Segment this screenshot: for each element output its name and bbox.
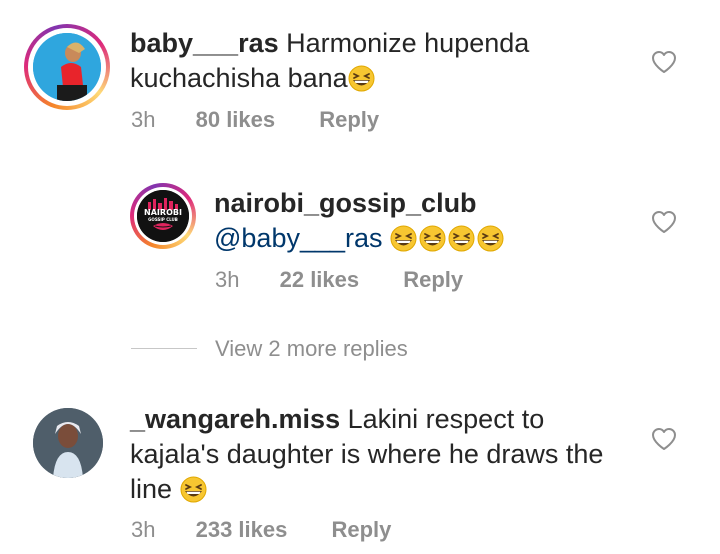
club-logo-text: NAIROBI GOSSIP CLUB bbox=[144, 208, 182, 222]
view-more-replies[interactable]: View 2 more replies bbox=[215, 336, 408, 362]
comment-username[interactable]: baby___ras bbox=[130, 28, 279, 58]
comment-meta: 3h 233 likes Reply bbox=[131, 517, 391, 543]
comment-meta: 3h 22 likes Reply bbox=[215, 267, 463, 293]
laughing-emoji-icon bbox=[347, 65, 375, 92]
laughing-emoji-icon bbox=[390, 225, 417, 252]
reply-button[interactable]: Reply bbox=[331, 517, 391, 543]
comment-likes[interactable]: 22 likes bbox=[280, 267, 360, 293]
avatar[interactable]: NAIROBI GOSSIP CLUB bbox=[137, 190, 189, 242]
comment-text: nairobi_gossip_club @baby___ras bbox=[214, 186, 634, 256]
comment-body-line1: Lakini respect to bbox=[347, 404, 545, 434]
mention-link[interactable]: @baby___ras bbox=[214, 223, 383, 253]
avatar-photo bbox=[33, 408, 103, 478]
reply-button[interactable]: Reply bbox=[403, 267, 463, 293]
comment-text: _wangareh.miss Lakini respect to kajala'… bbox=[130, 402, 650, 507]
comment-likes[interactable]: 80 likes bbox=[196, 107, 276, 133]
comment-meta: 3h 80 likes Reply bbox=[131, 107, 379, 133]
replies-divider bbox=[131, 348, 197, 349]
heart-icon[interactable] bbox=[651, 50, 677, 74]
comment-body-line2: kajala's daughter is where he draws the bbox=[130, 439, 604, 469]
heart-icon[interactable] bbox=[651, 210, 677, 234]
avatar[interactable] bbox=[33, 408, 103, 478]
laughing-emoji-icon bbox=[419, 225, 446, 252]
reply-button[interactable]: Reply bbox=[319, 107, 379, 133]
comment-likes[interactable]: 233 likes bbox=[196, 517, 288, 543]
comment-body-line3: line bbox=[130, 474, 173, 504]
comment-text: baby___ras Harmonize hupenda kuchachisha… bbox=[130, 26, 650, 96]
comment-time: 3h bbox=[215, 267, 240, 292]
heart-icon[interactable] bbox=[651, 427, 677, 451]
avatar[interactable] bbox=[33, 33, 101, 101]
comment-time: 3h bbox=[131, 107, 156, 132]
avatar-photo bbox=[33, 33, 101, 101]
comment-username[interactable]: nairobi_gossip_club bbox=[214, 186, 634, 221]
comment-time: 3h bbox=[131, 517, 156, 542]
laughing-emoji-icon bbox=[448, 225, 475, 252]
laughing-emoji-icon bbox=[477, 225, 504, 252]
comment-username[interactable]: _wangareh.miss bbox=[130, 404, 340, 434]
laughing-emoji-icon bbox=[179, 476, 207, 503]
